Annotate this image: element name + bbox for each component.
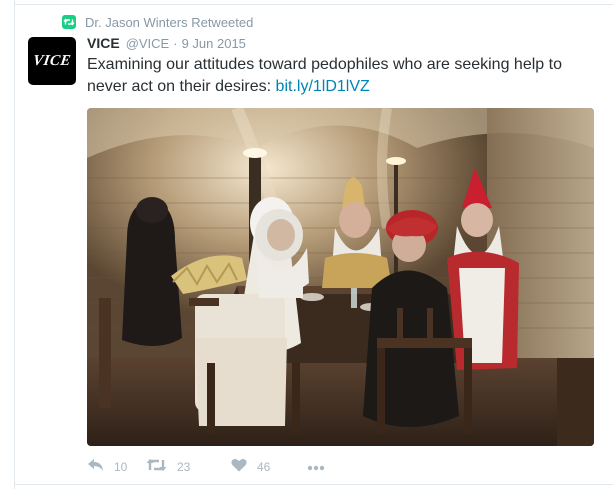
header-separator: · <box>173 36 178 51</box>
tweet-actions: 10 23 46 <box>87 458 325 476</box>
retweet-count: 23 <box>177 460 191 474</box>
retweet-action[interactable]: 23 <box>146 458 231 477</box>
reply-action[interactable]: 10 <box>87 458 146 477</box>
tweet-header: VICE @VICE · 9 Jun 2015 <box>87 35 246 51</box>
heart-icon[interactable] <box>231 458 247 477</box>
tweet-timestamp[interactable]: 9 Jun 2015 <box>182 36 246 51</box>
retweet-icon[interactable] <box>146 458 167 477</box>
timeline-border-top <box>14 4 613 5</box>
retweet-context: Dr. Jason Winters Retweeted <box>62 14 253 30</box>
more-icon[interactable] <box>307 458 325 476</box>
reply-icon[interactable] <box>87 458 104 477</box>
author-fullname[interactable]: VICE <box>87 35 120 51</box>
timeline-border-bottom <box>14 484 613 485</box>
like-action[interactable]: 46 <box>231 458 307 477</box>
timeline-border-left <box>14 0 15 489</box>
avatar-logo-text: VICE <box>32 52 73 69</box>
retweet-badge-icon <box>62 15 76 29</box>
reply-count: 10 <box>114 460 128 474</box>
more-action[interactable] <box>307 458 325 476</box>
author-username[interactable]: @VICE <box>126 36 170 51</box>
tweet-text: Examining our attitudes toward pedophile… <box>87 54 587 98</box>
retweeter-link[interactable]: Dr. Jason Winters Retweeted <box>85 15 253 30</box>
avatar[interactable]: VICE <box>28 37 76 85</box>
tweet-media-photo[interactable] <box>87 108 594 446</box>
like-count: 46 <box>257 460 271 474</box>
tweet-link[interactable]: bit.ly/1lD1lVZ <box>276 78 370 95</box>
